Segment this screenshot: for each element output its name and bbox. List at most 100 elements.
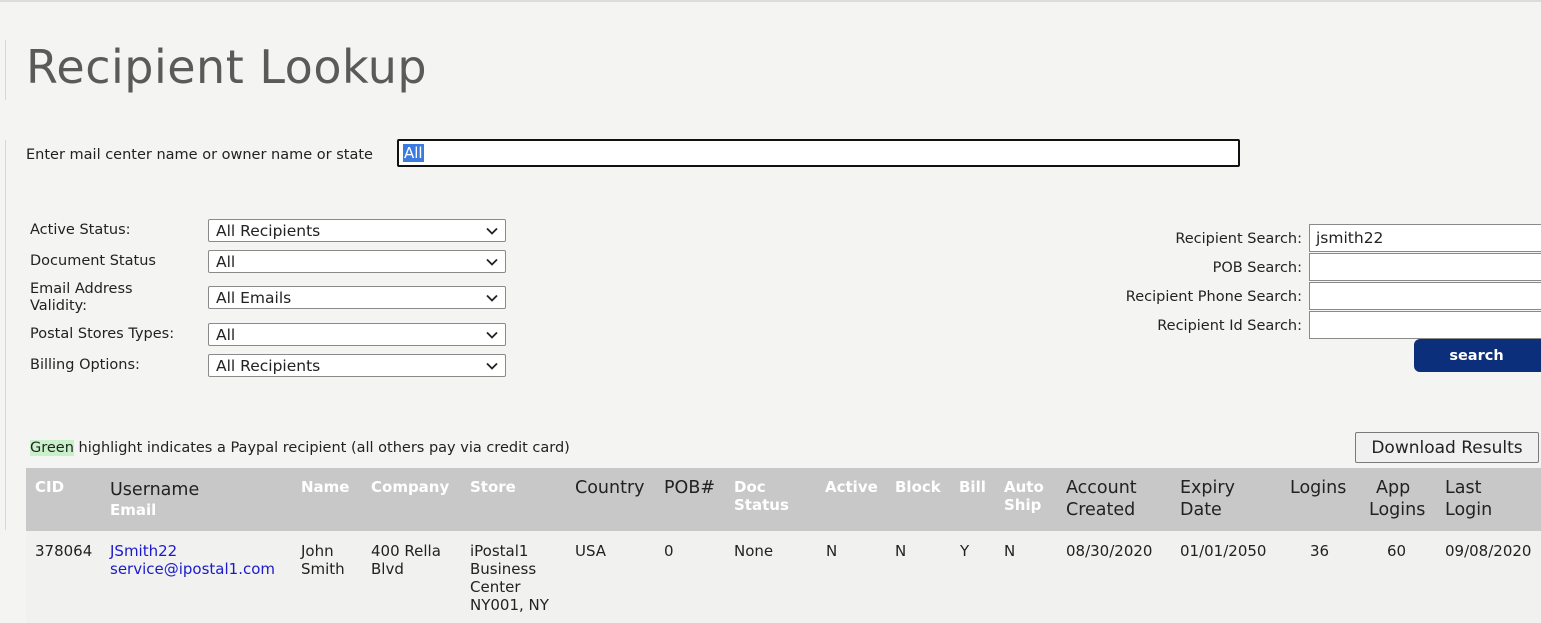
cell-store: iPostal1 Business Center NY001, NY [470,542,549,614]
pob-search-label: POB Search: [1212,260,1302,276]
email-validity-label: Email Address Validity: [30,281,133,314]
header-last-login-line1: Last [1445,478,1482,498]
header-app-logins[interactable]: App Logins [1369,477,1425,521]
header-doc-status-line1: Doc [734,478,766,496]
header-last-login-line2: Login [1445,500,1493,520]
chevron-down-icon [486,331,498,339]
left-rail [0,40,6,100]
header-auto-ship[interactable]: Auto Ship [1004,478,1044,514]
top-border [0,0,1541,2]
cell-bill: Y [960,542,970,560]
header-store[interactable]: Store [470,478,516,496]
recipient-search-input[interactable]: jsmith22 [1309,224,1541,252]
header-expiry-date-line1: Expiry [1180,478,1235,498]
cell-doc-status: None [734,542,774,560]
cell-last-login: 09/08/2020 [1445,542,1532,560]
email-validity-value: All Emails [216,289,292,307]
cell-username-link[interactable]: JSmith22 [110,542,177,560]
document-status-label: Document Status [30,253,156,269]
billing-options-value: All Recipients [216,357,321,375]
header-expiry-date[interactable]: Expiry Date [1180,477,1235,521]
paypal-note-text: highlight indicates a Paypal recipient (… [73,440,570,456]
header-doc-status[interactable]: Doc Status [734,478,789,514]
header-cid[interactable]: CID [35,478,64,496]
cell-country: USA [575,542,607,560]
paypal-note-highlight: Green [30,440,74,456]
postal-stores-types-select[interactable]: All [208,323,506,346]
cell-app-logins: 60 [1387,542,1407,560]
email-validity-select[interactable]: All Emails [208,286,506,309]
chevron-down-icon [486,294,498,302]
recipient-search-label: Recipient Search: [1175,231,1302,247]
header-auto-ship-line1: Auto [1004,478,1044,496]
header-block[interactable]: Block [895,478,941,496]
cell-store-line2: Business [470,560,537,578]
header-country[interactable]: Country [575,477,645,499]
header-app-logins-line1: App [1376,478,1411,498]
phone-search-input[interactable] [1309,282,1541,310]
recipient-search-value: jsmith22 [1316,229,1384,247]
header-active[interactable]: Active [825,478,878,496]
cell-pob: 0 [664,542,674,560]
id-search-input[interactable] [1309,311,1541,339]
billing-options-label: Billing Options: [30,357,140,373]
header-last-login[interactable]: Last Login [1445,477,1492,521]
id-search-label: Recipient Id Search: [1157,318,1302,334]
header-account-created-line1: Account [1066,478,1137,498]
cell-company: 400 Rella Blvd [371,542,441,578]
header-account-created-line2: Created [1066,500,1136,520]
lookup-label: Enter mail center name or owner name or … [26,147,373,163]
results-table-header: CID Username Email Name Company Store Co… [26,468,1541,531]
cell-company-line2: Blvd [371,560,404,578]
document-status-value: All [216,253,236,271]
postal-stores-types-label: Postal Stores Types: [30,326,175,342]
header-email-label: Email [110,501,157,519]
cell-store-line1: iPostal1 [470,542,529,560]
cell-store-line4: NY001, NY [470,596,549,614]
active-status-value: All Recipients [216,222,321,240]
cell-name: John Smith [301,542,345,578]
cell-cid: 378064 [35,542,93,560]
header-username-label: Username [110,480,200,500]
cell-block: N [895,542,907,560]
cell-store-line3: Center [470,578,521,596]
left-rail-lower [0,140,6,530]
header-doc-status-line2: Status [734,496,789,514]
header-bill[interactable]: Bill [959,478,986,496]
header-logins[interactable]: Logins [1290,477,1346,499]
cell-account-created: 08/30/2020 [1066,542,1153,560]
cell-company-line1: 400 Rella [371,542,441,560]
header-account-created[interactable]: Account Created [1066,477,1137,521]
cell-name-line2: Smith [301,560,345,578]
header-pob[interactable]: POB# [664,477,715,499]
download-results-button[interactable]: Download Results [1355,432,1539,463]
header-company[interactable]: Company [371,478,449,496]
pob-search-input[interactable] [1309,253,1541,281]
postal-stores-types-value: All [216,326,236,344]
page-title: Recipient Lookup [26,40,428,94]
cell-email-link[interactable]: service@ipostal1.com [110,560,275,578]
lookup-input[interactable]: All [397,139,1240,167]
active-status-select[interactable]: All Recipients [208,219,506,242]
chevron-down-icon [486,362,498,370]
header-app-logins-line2: Logins [1369,500,1426,520]
paypal-note: Green highlight indicates a Paypal recip… [30,440,570,456]
header-username[interactable]: Username Email [110,479,199,519]
active-status-label: Active Status: [30,222,131,238]
header-expiry-date-line2: Date [1180,500,1222,520]
billing-options-select[interactable]: All Recipients [208,354,506,377]
phone-search-label: Recipient Phone Search: [1125,289,1302,305]
search-button[interactable]: search [1414,339,1541,372]
chevron-down-icon [486,258,498,266]
table-row: 378064 JSmith22 service@ipostal1.com Joh… [26,531,1541,623]
header-name[interactable]: Name [301,478,349,496]
cell-active: N [826,542,838,560]
cell-expiry-date: 01/01/2050 [1180,542,1267,560]
chevron-down-icon [486,227,498,235]
header-auto-ship-line2: Ship [1004,496,1042,514]
cell-name-line1: John [301,542,334,560]
cell-logins: 36 [1310,542,1330,560]
cell-auto-ship: N [1004,542,1016,560]
document-status-select[interactable]: All [208,250,506,273]
lookup-input-value: All [403,144,424,162]
